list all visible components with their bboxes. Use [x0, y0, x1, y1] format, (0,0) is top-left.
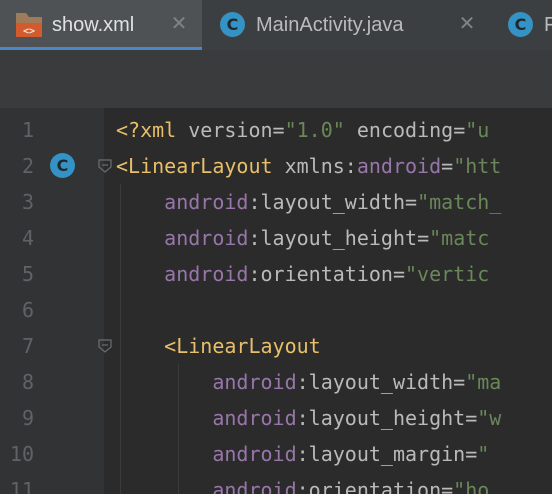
- close-icon[interactable]: ✕: [170, 14, 188, 34]
- editor-toolbar: [0, 50, 552, 108]
- xml-namespace: android: [356, 154, 442, 178]
- close-icon[interactable]: ✕: [458, 14, 476, 34]
- editor-gutter: 1 2 3 4 5 6 7 8 9 10 11 C: [0, 108, 112, 494]
- code-line[interactable]: android:layout_width="ma: [116, 364, 501, 400]
- java-class-icon: C: [508, 12, 533, 37]
- xml-string: "htt: [453, 154, 502, 178]
- xml-attribute: xmlns: [284, 154, 345, 178]
- xml-attribute: layout_height: [308, 406, 466, 430]
- xml-punctuation: =: [405, 190, 418, 214]
- code-line[interactable]: android:orientation="vertic: [116, 256, 489, 292]
- xml-namespace: android: [164, 262, 249, 286]
- line-number: 10: [9, 442, 34, 466]
- xml-punctuation: [116, 478, 212, 494]
- related-class-gutter-icon[interactable]: C: [50, 153, 75, 178]
- xml-namespace: android: [164, 226, 249, 250]
- xml-punctuation: [116, 334, 164, 358]
- code-line[interactable]: <LinearLayout: [116, 328, 321, 364]
- tab-label: show.xml: [52, 14, 135, 36]
- xml-string: "1.0": [284, 118, 345, 142]
- xml-punctuation: [345, 118, 357, 142]
- xml-attribute: layout_width: [260, 190, 406, 214]
- line-number: 11: [9, 478, 34, 494]
- tab-main-activity[interactable]: C MainActivity.java ✕: [202, 0, 490, 50]
- line-number: 4: [21, 226, 34, 250]
- java-class-icon: C: [220, 12, 245, 37]
- line-number: 5: [21, 262, 34, 286]
- xml-punctuation: :: [296, 370, 309, 394]
- xml-punctuation: [116, 226, 164, 250]
- xml-namespace: android: [164, 190, 249, 214]
- tab-label: MainActivity.java: [256, 14, 404, 36]
- code-line[interactable]: android:orientation="ho: [116, 472, 489, 494]
- xml-attribute: layout_width: [308, 370, 454, 394]
- xml-tag: <LinearLayout: [116, 154, 285, 178]
- xml-string: ": [477, 442, 490, 466]
- xml-string: "ho: [453, 478, 490, 494]
- xml-punctuation: :: [248, 226, 261, 250]
- xml-namespace: android: [212, 370, 297, 394]
- editor-tab-bar: <> show.xml ✕ C MainActivity.java ✕ C F: [0, 0, 552, 50]
- tab-partial[interactable]: C F: [490, 0, 552, 50]
- xml-string: "matc: [429, 226, 490, 250]
- code-line[interactable]: android:layout_margin=": [116, 436, 489, 472]
- xml-attribute: version: [188, 118, 273, 142]
- xml-punctuation: [116, 370, 212, 394]
- svg-text:<>: <>: [23, 26, 35, 37]
- xml-string: "ma: [465, 370, 502, 394]
- code-editor[interactable]: 1 2 3 4 5 6 7 8 9 10 11 C <?xml version=…: [0, 108, 552, 494]
- xml-string: "vertic: [405, 262, 490, 286]
- xml-attribute: orientation: [308, 478, 442, 494]
- line-number: 1: [21, 118, 34, 142]
- xml-punctuation: [116, 190, 164, 214]
- xml-punctuation: :: [248, 262, 261, 286]
- xml-namespace: android: [212, 406, 297, 430]
- xml-punctuation: =: [272, 118, 285, 142]
- xml-punctuation: =: [392, 262, 406, 286]
- code-line[interactable]: <LinearLayout xmlns:android="htt: [116, 148, 501, 184]
- xml-tag: <LinearLayout: [164, 334, 321, 358]
- xml-file-icon: <>: [16, 13, 42, 37]
- xml-string: "w: [477, 406, 502, 430]
- xml-punctuation: :: [344, 154, 357, 178]
- line-number: 8: [21, 370, 34, 394]
- xml-namespace: android: [212, 442, 297, 466]
- fold-icon[interactable]: [98, 339, 112, 353]
- xml-punctuation: :: [296, 442, 309, 466]
- xml-punctuation: :: [248, 190, 261, 214]
- xml-punctuation: :: [296, 478, 309, 494]
- fold-icon[interactable]: [98, 159, 112, 173]
- xml-punctuation: :: [296, 406, 309, 430]
- xml-punctuation: =: [453, 118, 466, 142]
- xml-punctuation: [116, 262, 164, 286]
- xml-string: "match_: [417, 190, 502, 214]
- xml-tag: <?xml: [116, 118, 189, 142]
- line-number: 6: [21, 298, 34, 322]
- xml-attribute: layout_height: [260, 226, 418, 250]
- line-number: 7: [21, 334, 34, 358]
- xml-punctuation: =: [417, 226, 430, 250]
- code-line[interactable]: android:layout_height="w: [116, 400, 501, 436]
- code-line[interactable]: android:layout_height="matc: [116, 220, 489, 256]
- code-line[interactable]: <?xml version="1.0" encoding="u: [116, 112, 489, 148]
- xml-punctuation: [116, 442, 212, 466]
- tab-label: F: [544, 14, 552, 36]
- xml-attribute: orientation: [260, 262, 393, 286]
- code-line[interactable]: android:layout_width="match_: [116, 184, 501, 220]
- xml-punctuation: [116, 406, 212, 430]
- tab-show-xml[interactable]: <> show.xml ✕: [0, 0, 202, 50]
- xml-punctuation: =: [453, 370, 466, 394]
- xml-namespace: android: [212, 478, 297, 494]
- xml-punctuation: =: [465, 442, 478, 466]
- line-number: 3: [21, 190, 34, 214]
- xml-attribute: encoding: [356, 118, 454, 142]
- xml-string: "u: [465, 118, 490, 142]
- xml-punctuation: =: [441, 154, 454, 178]
- line-number: 2: [21, 154, 34, 178]
- line-number: 9: [21, 406, 34, 430]
- xml-attribute: layout_margin: [308, 442, 466, 466]
- xml-punctuation: =: [441, 478, 454, 494]
- xml-punctuation: =: [465, 406, 478, 430]
